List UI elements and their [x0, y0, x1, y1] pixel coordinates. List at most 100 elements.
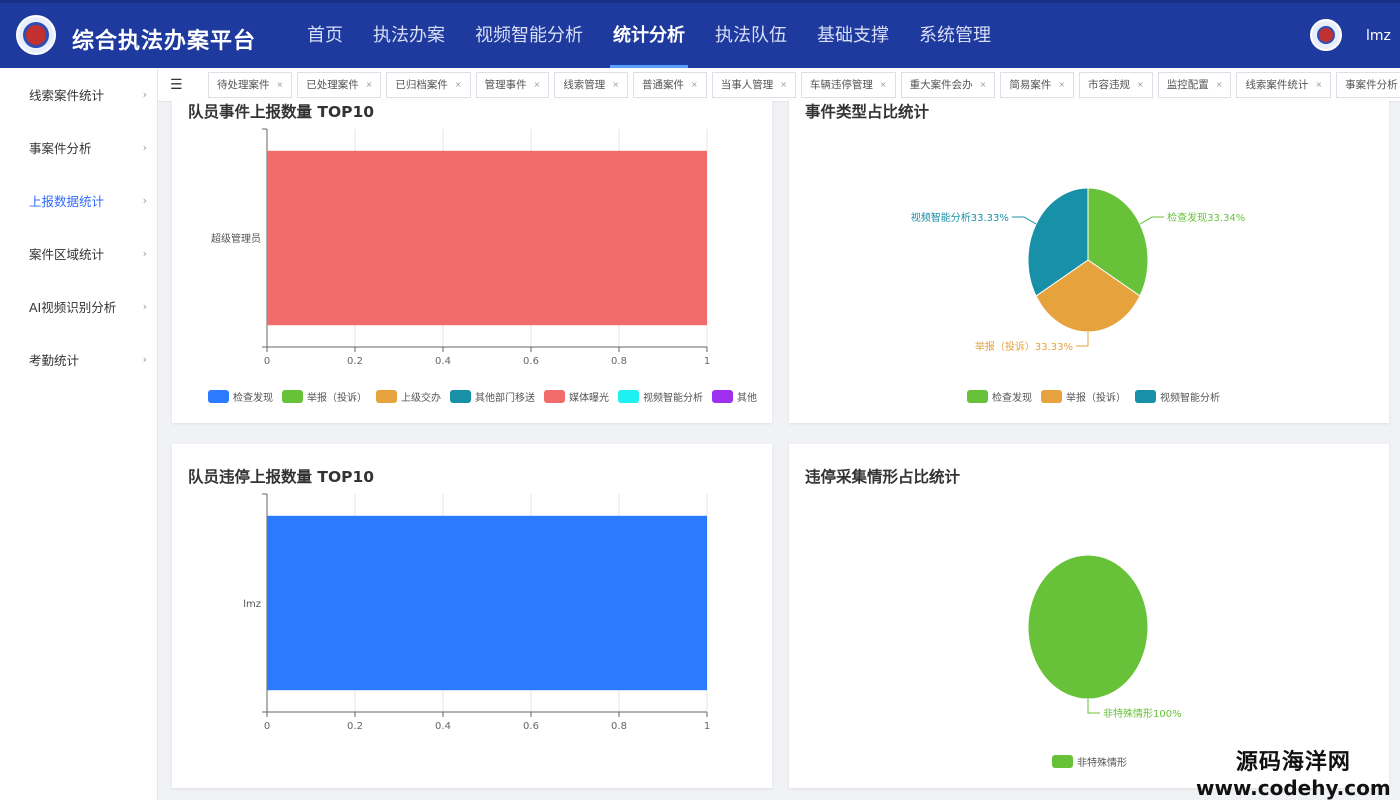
legend-label: 检查发现 — [992, 393, 1032, 404]
legend-item[interactable]: 其他部门移送 — [450, 389, 535, 404]
nav-item[interactable]: 系统管理 — [904, 3, 1006, 68]
close-icon[interactable]: × — [780, 73, 787, 97]
tab[interactable]: 市容违规 × — [1079, 72, 1153, 98]
nav-item[interactable]: 首页 — [292, 3, 358, 68]
close-icon[interactable]: × — [980, 73, 987, 97]
legend-item[interactable]: 其他 — [712, 389, 757, 404]
event-type-card: 事件类型占比统计 检查发现33.34% 举报（投诉）33.33% 视频智能分析33.… — [789, 100, 1389, 423]
tab[interactable]: 简易案件 × — [1000, 72, 1075, 98]
nav-item[interactable]: 基础支撑 — [802, 3, 904, 68]
close-icon[interactable]: × — [612, 73, 619, 97]
tab-label: 简易案件 — [1009, 79, 1052, 91]
tab-label: 重大案件会办 — [909, 79, 973, 91]
close-icon[interactable]: × — [1216, 73, 1223, 97]
legend-label: 媒体曝光 — [569, 393, 609, 404]
nav-item[interactable]: 统计分析 — [598, 3, 700, 68]
chevron-right-icon: › — [142, 194, 147, 207]
sidebar-item[interactable]: 考勤统计 › — [0, 333, 157, 386]
sidebar-item[interactable]: 线索案件统计 › — [0, 68, 157, 121]
tab-label: 事案件分析 — [1345, 79, 1398, 91]
tab[interactable]: 待处理案件 × — [208, 72, 293, 98]
x-tick-label: 1 — [704, 356, 710, 367]
legend-label: 其他 — [737, 393, 757, 404]
user-avatar-icon[interactable] — [1310, 19, 1342, 51]
chevron-right-icon: › — [142, 300, 147, 313]
x-tick-label: 0 — [264, 721, 270, 732]
nav-item[interactable]: 执法队伍 — [700, 3, 802, 68]
sidebar-item[interactable]: 案件区域统计 › — [0, 227, 157, 280]
sidebar-item[interactable]: 事案件分析 › — [0, 121, 157, 174]
x-tick-label: 1 — [704, 721, 710, 732]
nav-item[interactable]: 视频智能分析 — [460, 3, 598, 68]
tab-label: 普通案件 — [642, 79, 685, 91]
chart-legend: 检查发现 举报（投诉） 上级交办 其他部门移送 媒体曝光 视频智能分析 其他 — [208, 389, 766, 404]
tab[interactable]: 管理事件 × — [475, 72, 550, 98]
legend-swatch — [1135, 390, 1156, 403]
nav-item[interactable]: 执法办案 — [358, 3, 460, 68]
bar[interactable] — [267, 515, 707, 691]
x-tick-label: 0 — [264, 356, 270, 367]
tab-bar: ☰ 待处理案件 × 已处理案件 × 已归档案件 × 管理事件 × 线索管理 × 普通案件 × 当事人管理… — [158, 68, 1400, 102]
legend-item[interactable]: 视频智能分析 — [618, 389, 703, 404]
close-icon[interactable]: × — [277, 73, 284, 97]
close-icon[interactable]: × — [880, 73, 887, 97]
chevron-right-icon: › — [142, 353, 147, 366]
tab[interactable]: 事案件分析× — [1336, 72, 1400, 98]
parking-top10-chart: 0 0.2 0.4 0.6 0.8 1 lmz — [243, 493, 710, 732]
close-icon[interactable]: × — [1137, 73, 1144, 97]
menu-collapse-icon[interactable]: ☰ — [170, 77, 186, 93]
legend-item[interactable]: 非特殊情形 — [1052, 754, 1127, 769]
close-icon[interactable]: × — [691, 73, 698, 97]
chevron-right-icon: › — [142, 247, 147, 260]
tab[interactable]: 重大案件会办 × — [900, 72, 996, 98]
legend-item[interactable]: 媒体曝光 — [544, 389, 609, 404]
legend-item[interactable]: 检查发现 — [208, 389, 273, 404]
tab-label: 线索案件统计 — [1245, 79, 1309, 91]
legend-label: 其他部门移送 — [475, 393, 535, 404]
tab-label: 线索管理 — [563, 79, 606, 91]
tab-label: 管理事件 — [484, 79, 527, 91]
tab[interactable]: 当事人管理 × — [711, 72, 796, 98]
sidebar-item[interactable]: 上报数据统计 › — [0, 174, 157, 227]
tab[interactable]: 线索案件统计 × — [1236, 72, 1332, 98]
legend-item[interactable]: 上级交办 — [376, 389, 441, 404]
slice-label: 举报（投诉）33.33% — [975, 340, 1073, 353]
tab[interactable]: 线索管理 × — [554, 72, 629, 98]
pie-slice[interactable] — [1027, 554, 1149, 700]
main-nav: 首页 执法办案 视频智能分析 统计分析 执法队伍 基础支撑 系统管理 — [292, 3, 1006, 68]
tab[interactable]: 已归档案件 × — [386, 72, 471, 98]
tab-label: 监控配置 — [1166, 79, 1209, 91]
legend-swatch — [450, 390, 471, 403]
sidebar-item-label: 考勤统计 — [29, 353, 80, 368]
close-icon[interactable]: × — [455, 73, 462, 97]
close-icon[interactable]: × — [1315, 73, 1322, 97]
card-title: 队员事件上报数量 TOP10 — [188, 103, 375, 121]
legend-item[interactable]: 举报（投诉） — [282, 389, 367, 404]
bar[interactable] — [267, 150, 707, 326]
legend-item[interactable]: 视频智能分析 — [1135, 389, 1220, 404]
police-emblem-icon — [16, 15, 56, 55]
legend-item[interactable]: 检查发现 — [967, 389, 1032, 404]
tab[interactable]: 普通案件 × — [633, 72, 707, 98]
legend-item[interactable]: 举报（投诉） — [1041, 389, 1126, 404]
tab[interactable]: 已处理案件 × — [297, 72, 382, 98]
sidebar-item[interactable]: AI视频识别分析 › — [0, 280, 157, 333]
tab[interactable]: 车辆违停管理 × — [800, 72, 896, 98]
sidebar-item-label: 案件区域统计 — [29, 247, 105, 262]
close-icon[interactable]: × — [534, 73, 541, 97]
close-icon[interactable]: × — [1058, 73, 1065, 97]
x-tick-label: 0.6 — [523, 721, 539, 732]
parking-type-card: 违停采集情形占比统计 非特殊情形100% 非特殊情形 — [789, 444, 1389, 788]
close-icon[interactable]: × — [366, 73, 373, 97]
card-title: 违停采集情形占比统计 — [805, 468, 961, 486]
legend-swatch — [618, 390, 639, 403]
legend-swatch — [544, 390, 565, 403]
tab-label: 已归档案件 — [395, 79, 448, 91]
legend-swatch — [1052, 755, 1073, 768]
tab-label: 市容违规 — [1088, 79, 1131, 91]
user-name[interactable]: lmz — [1366, 28, 1391, 44]
watermark: 源码海洋网 www.codehy.com — [1196, 744, 1391, 800]
legend-swatch — [967, 390, 988, 403]
tab[interactable]: 监控配置 × — [1157, 72, 1232, 98]
label-leader-line — [1075, 331, 1089, 347]
